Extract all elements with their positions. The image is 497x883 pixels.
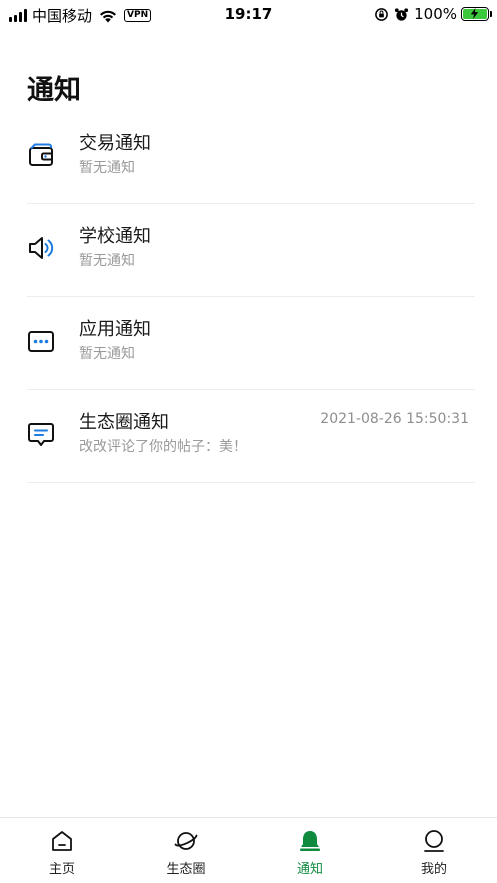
notice-title: 交易通知 — [79, 133, 151, 154]
profile-icon — [424, 830, 444, 852]
notice-item-trade[interactable]: 交易通知 暂无通知 — [27, 111, 475, 204]
battery-icon — [461, 7, 492, 21]
chat-bubble-icon — [28, 423, 54, 446]
notifications-screen: 中国移动 VPN 19:17 100% 通知 交易通知 暂无通知 学校通知 暂无… — [0, 0, 497, 883]
tab-notifications[interactable]: 通知 — [248, 818, 372, 883]
tab-profile[interactable]: 我的 — [372, 818, 496, 883]
alarm-icon — [395, 7, 409, 21]
home-icon — [52, 831, 72, 851]
tab-label: 通知 — [296, 862, 323, 877]
bell-icon — [300, 831, 320, 851]
tab-home[interactable]: 主页 — [0, 818, 124, 883]
notice-item-app[interactable]: 应用通知 暂无通知 — [27, 297, 475, 390]
speaker-icon — [29, 237, 54, 259]
status-bar: 中国移动 VPN 19:17 100% — [0, 0, 497, 30]
tab-label: 生态圈 — [166, 862, 206, 877]
notice-subtitle: 暂无通知 — [79, 346, 135, 362]
notice-timestamp: 2021-08-26 15:50:31 — [320, 411, 469, 427]
tab-label: 主页 — [48, 862, 75, 877]
battery-percent: 100% — [414, 5, 457, 23]
notice-title: 学校通知 — [79, 226, 151, 247]
planet-icon — [174, 832, 198, 850]
notice-subtitle: 改改评论了你的帖子：美！ — [79, 439, 247, 455]
tab-label: 我的 — [420, 862, 447, 877]
status-bar-right: 100% — [374, 5, 492, 23]
notification-list: 交易通知 暂无通知 学校通知 暂无通知 应用通知 暂无通知 生态圈通知 改改评论… — [27, 111, 475, 483]
notice-subtitle: 暂无通知 — [79, 160, 135, 176]
notice-title: 生态圈通知 — [79, 412, 169, 433]
notice-item-ecosystem[interactable]: 生态圈通知 改改评论了你的帖子：美！ 2021-08-26 15:50:31 — [27, 390, 475, 483]
app-message-icon — [28, 331, 54, 352]
tab-ecosystem[interactable]: 生态圈 — [124, 818, 248, 883]
page-title: 通知 — [27, 75, 81, 106]
notice-subtitle: 暂无通知 — [79, 253, 135, 269]
notice-title: 应用通知 — [79, 319, 151, 340]
notice-item-school[interactable]: 学校通知 暂无通知 — [27, 204, 475, 297]
wallet-icon — [29, 143, 53, 166]
tab-bar: 主页 生态圈 通知 我的 — [0, 817, 497, 883]
rotation-lock-icon — [375, 7, 388, 21]
